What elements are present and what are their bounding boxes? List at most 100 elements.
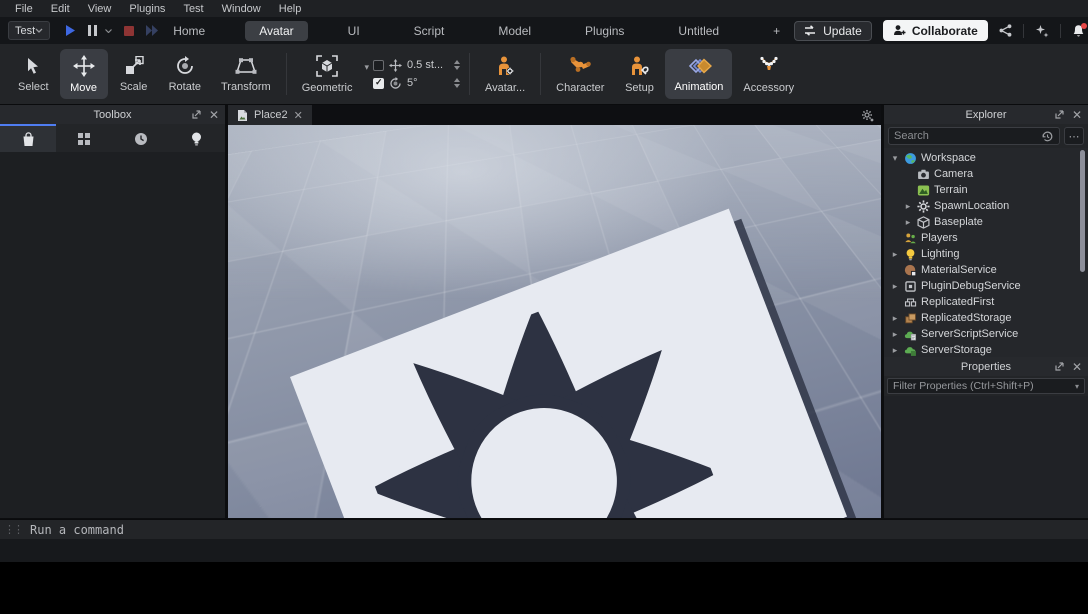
tree-item-camera[interactable]: Camera	[884, 166, 1088, 182]
snap-move-checkbox[interactable]	[373, 59, 384, 71]
ribbon-tab-strip: Home Avatar UI Script Model Plugins Unti…	[159, 20, 794, 41]
drag-handle-icon[interactable]: ⋮⋮	[4, 523, 24, 536]
play-button[interactable]	[64, 24, 76, 37]
expander-icon[interactable]: ▸	[890, 313, 900, 324]
camera-icon	[917, 168, 930, 181]
sync-icon	[805, 25, 816, 36]
snap-move-value[interactable]: 0.5 st...	[407, 59, 449, 71]
popout-icon[interactable]	[1054, 109, 1065, 120]
accessory-button[interactable]: Accessory	[734, 49, 803, 99]
tree-item-baseplate[interactable]: ▸ Baseplate	[884, 214, 1088, 230]
tab-add-button[interactable]: +	[759, 21, 794, 41]
viewport-settings-button[interactable]	[861, 109, 874, 122]
tree-item-players[interactable]: Players	[884, 230, 1088, 246]
popout-icon[interactable]	[191, 109, 202, 120]
tree-item-spawnlocation[interactable]: ▸ SpawnLocation	[884, 198, 1088, 214]
select-tool-button[interactable]: Select	[9, 49, 58, 99]
expander-icon[interactable]: ▸	[890, 329, 900, 340]
history-icon[interactable]	[1041, 130, 1054, 143]
properties-content	[884, 396, 1088, 518]
scale-tool-button[interactable]: Scale	[110, 49, 158, 99]
snap-rotate-value[interactable]: 5°	[407, 77, 449, 89]
menu-item-test[interactable]: Test	[174, 2, 212, 16]
tree-item-label: ReplicatedFirst	[921, 296, 995, 308]
rotate-icon	[390, 76, 401, 89]
tab-plugins[interactable]: Plugins	[571, 21, 638, 41]
expander-icon[interactable]: ▸	[890, 281, 900, 292]
tree-item-workspace[interactable]: ▾ Workspace	[884, 150, 1088, 166]
avatar-settings-button[interactable]: Avatar...	[476, 49, 534, 99]
snap-move-stepper[interactable]	[454, 60, 460, 70]
place-tab[interactable]: Place2 ✕	[228, 105, 312, 125]
resume-button[interactable]	[146, 25, 159, 36]
snap-rotate-stepper[interactable]	[454, 78, 460, 88]
tree-item-materialservice[interactable]: MaterialService	[884, 262, 1088, 278]
tree-item-label: ServerScriptService	[921, 328, 1019, 340]
close-icon[interactable]: ✕	[294, 109, 303, 122]
chevron-down-icon[interactable]: ▾	[364, 62, 369, 73]
tab-script[interactable]: Script	[400, 21, 459, 41]
tree-item-replicatedstorage[interactable]: ▸ ReplicatedStorage	[884, 310, 1088, 326]
expander-icon[interactable]: ▾	[890, 153, 900, 164]
players-icon	[904, 232, 917, 245]
tree-item-terrain[interactable]: Terrain	[884, 182, 1088, 198]
expander-icon[interactable]: ▸	[890, 249, 900, 260]
toolbox-tab-recent[interactable]	[113, 124, 169, 152]
tab-untitled[interactable]: Untitled	[664, 21, 733, 41]
command-bar[interactable]: ⋮⋮ Run a command	[0, 519, 1088, 539]
menu-item-help[interactable]: Help	[270, 2, 311, 16]
close-icon[interactable]: ✕	[1072, 361, 1082, 373]
character-button[interactable]: Character	[547, 49, 613, 99]
expander-icon[interactable]: ▸	[903, 201, 913, 212]
explorer-scrollbar[interactable]	[1080, 150, 1085, 272]
tree-item-serverstorage[interactable]: ▸ ServerStorage	[884, 342, 1088, 357]
menu-item-file[interactable]: File	[6, 2, 42, 16]
tab-ui[interactable]: UI	[334, 21, 374, 41]
animation-button[interactable]: Animation	[665, 49, 733, 99]
toolbox-tab-marketplace[interactable]	[0, 124, 57, 152]
share-button[interactable]	[999, 24, 1012, 37]
tree-item-lighting[interactable]: ▸ Lighting	[884, 246, 1088, 262]
menu-item-view[interactable]: View	[79, 2, 121, 16]
tree-item-label: Camera	[934, 168, 974, 180]
rotate-tool-button[interactable]: Rotate	[160, 49, 210, 99]
update-button[interactable]: Update	[794, 20, 872, 41]
move-tool-button[interactable]: Move	[59, 49, 108, 99]
explorer-options-button[interactable]: ⋯	[1064, 127, 1084, 145]
test-device-dropdown[interactable]: Test	[8, 21, 51, 40]
popout-icon[interactable]	[1054, 361, 1065, 372]
menu-item-edit[interactable]: Edit	[42, 2, 79, 16]
properties-panel: Properties ✕ Filter Properties (Ctrl+Shi…	[884, 357, 1088, 518]
close-icon[interactable]: ✕	[1072, 109, 1082, 121]
notifications-button[interactable]	[1072, 22, 1087, 38]
tree-item-label: Terrain	[934, 184, 968, 196]
tree-item-replicatedfirst[interactable]: ReplicatedFirst	[884, 294, 1088, 310]
transform-tool-button[interactable]: Transform	[212, 49, 280, 99]
geometric-mode-button[interactable]: Geometric	[293, 51, 362, 98]
pause-button[interactable]	[88, 25, 113, 36]
expander-icon[interactable]: ▸	[903, 217, 913, 228]
tree-item-serverscriptservice[interactable]: ▸ ServerScriptService	[884, 326, 1088, 342]
toolbox-tab-creations[interactable]	[169, 124, 225, 152]
tree-item-plugindebugservice[interactable]: ▸ PluginDebugService	[884, 278, 1088, 294]
tab-home[interactable]: Home	[159, 21, 219, 41]
expander-icon[interactable]: ▸	[890, 345, 900, 356]
snap-rotate-checkbox[interactable]	[373, 77, 384, 89]
toolbox-tab-inventory[interactable]	[56, 124, 112, 152]
3d-viewport[interactable]	[228, 125, 881, 518]
toolbox-content[interactable]	[0, 152, 225, 518]
tab-avatar[interactable]: Avatar	[245, 20, 308, 41]
close-icon[interactable]: ✕	[209, 109, 219, 121]
toolbar-right-actions: Update Collaborate	[794, 20, 1088, 41]
menu-item-plugins[interactable]: Plugins	[120, 2, 174, 16]
setup-button[interactable]: Setup	[615, 49, 663, 99]
assistant-button[interactable]	[1035, 24, 1049, 38]
explorer-search-input[interactable]: Search	[888, 127, 1060, 145]
collaborate-button[interactable]: Collaborate	[882, 20, 988, 41]
cursor-icon	[28, 57, 39, 74]
command-input[interactable]: Run a command	[30, 523, 124, 537]
tab-model[interactable]: Model	[484, 21, 545, 41]
properties-filter-input[interactable]: Filter Properties (Ctrl+Shift+P) ▾	[887, 378, 1085, 394]
stop-button[interactable]	[124, 25, 135, 36]
menu-item-window[interactable]: Window	[213, 2, 270, 16]
